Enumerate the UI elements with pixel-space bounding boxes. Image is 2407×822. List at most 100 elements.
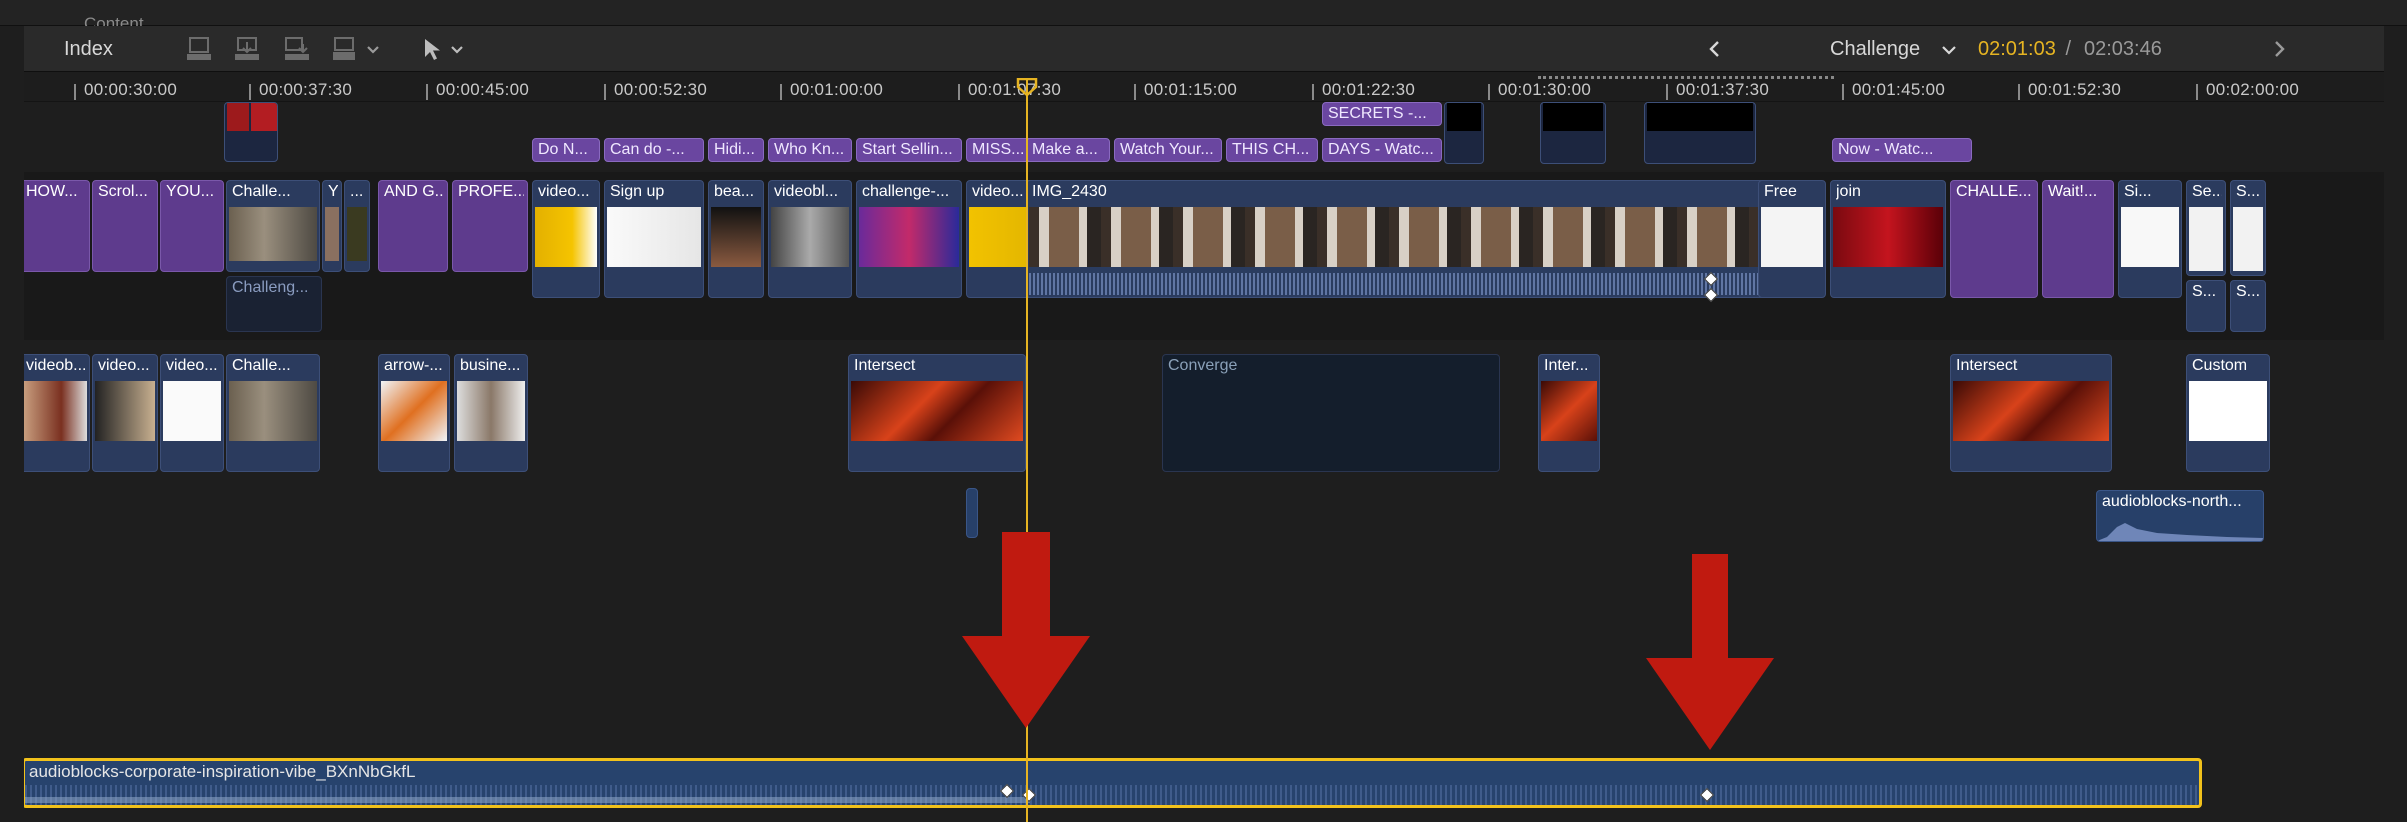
ruler-tick <box>604 84 606 100</box>
clip-label: ... <box>350 183 364 200</box>
clip-black-1[interactable] <box>1444 102 1484 164</box>
clip-main-audio-selected[interactable]: audioblocks-corporate-inspiration-vibe_B… <box>24 758 2202 808</box>
title-chip[interactable]: Who Kn... <box>768 138 852 162</box>
clip-label: S... <box>2236 183 2261 200</box>
thumbnail <box>1541 381 1597 441</box>
clip-img-2430[interactable]: IMG_2430 <box>1026 180 1780 298</box>
clip-compound[interactable]: join <box>1830 180 1946 298</box>
clip-challenge-top[interactable] <box>224 102 278 162</box>
clip-video[interactable]: videob... <box>24 354 90 472</box>
playhead-handle-icon[interactable] <box>1016 78 1038 96</box>
clip-black-3[interactable] <box>1644 102 1756 164</box>
clip-compound[interactable]: Challe... <box>226 354 320 472</box>
ruler-tick-label: 00:01:15:00 <box>1144 80 1238 99</box>
clip-title[interactable]: HOW... <box>24 180 90 272</box>
clip-label: bea... <box>714 183 755 200</box>
append-clip-icon[interactable] <box>282 34 312 64</box>
clip-video[interactable]: Se... <box>2186 180 2226 276</box>
clip-transition-converge[interactable]: Converge <box>1162 354 1500 472</box>
clip-video[interactable]: S... <box>2230 180 2266 276</box>
clip-audio-north[interactable]: audioblocks-north... <box>2096 490 2264 542</box>
black-thumb <box>1647 103 1753 131</box>
clip-sub[interactable]: S... <box>2230 280 2266 332</box>
clip-transition-intersect[interactable]: Intersect <box>848 354 1026 472</box>
clip-video[interactable]: challenge-... <box>856 180 962 298</box>
clip-video[interactable]: video... <box>532 180 600 298</box>
ruler-tick <box>1842 84 1844 100</box>
clip-title[interactable]: YOU... <box>160 180 224 272</box>
clip-label: AND G... <box>384 183 444 200</box>
title-chip[interactable]: Hidi... <box>708 138 764 162</box>
overwrite-clip-icon[interactable] <box>330 34 360 64</box>
insert-clip-icon[interactable] <box>232 34 262 64</box>
thumbnail <box>381 381 447 441</box>
current-timecode: 02:01:03 <box>1978 38 2056 60</box>
clip-title[interactable]: CHALLE... <box>1950 180 2038 298</box>
chip-label: THIS CH... <box>1232 141 1310 158</box>
clip-video[interactable]: bea... <box>708 180 764 298</box>
ruler-tick <box>958 84 960 100</box>
connect-clip-icon[interactable] <box>184 34 214 64</box>
chevron-down-icon[interactable] <box>1934 34 1956 64</box>
thumbnail <box>771 207 849 267</box>
title-chip[interactable]: Start Sellin... <box>856 138 962 162</box>
title-chip[interactable]: Do N... <box>532 138 600 162</box>
title-chip[interactable]: MISS... <box>966 138 1032 162</box>
clip-black-2[interactable] <box>1540 102 1606 164</box>
clip-title[interactable]: AND G... <box>378 180 448 272</box>
clip-video[interactable]: arrow-... <box>378 354 450 472</box>
clip-video[interactable]: videobl... <box>768 180 852 298</box>
project-name[interactable]: Challenge <box>1830 26 1920 72</box>
chevron-down-icon[interactable] <box>442 34 463 64</box>
thumbnail <box>24 381 87 441</box>
chevron-left-icon[interactable] <box>1700 34 1724 64</box>
clip-compound[interactable]: Free <box>1758 180 1826 298</box>
audio-sliver[interactable] <box>966 488 978 538</box>
clip-title[interactable]: Wait!... <box>2042 180 2114 298</box>
title-chip[interactable]: Now - Watc... <box>1832 138 1972 162</box>
clip-compound[interactable]: Challe... <box>226 180 320 272</box>
clip-label: audioblocks-corporate-inspiration-vibe_B… <box>29 762 416 781</box>
clip-label: Si... <box>2124 183 2152 200</box>
clip-video[interactable]: video... <box>160 354 224 472</box>
clip-transition-intersect[interactable]: Intersect <box>1950 354 2112 472</box>
clip-custom[interactable]: Custom <box>2186 354 2270 472</box>
clip-title[interactable]: PROFE... <box>452 180 528 272</box>
clip-label: busine... <box>460 357 521 374</box>
title-chip[interactable]: THIS CH... <box>1226 138 1318 162</box>
index-button[interactable]: Index <box>64 26 113 72</box>
clip-title[interactable]: Scrol... <box>92 180 158 272</box>
clip-transition[interactable]: Inter... <box>1538 354 1600 472</box>
title-lane: SECRETS -... Do N... Can do -... Hidi...… <box>24 102 2384 166</box>
thumbnail <box>95 381 155 441</box>
clip-audio-waveform <box>1029 267 1777 295</box>
chevron-down-icon[interactable] <box>358 34 379 64</box>
title-chip[interactable]: Watch Your... <box>1114 138 1222 162</box>
clip-compound[interactable]: Si... <box>2118 180 2182 298</box>
clip-compound[interactable]: Sign up <box>604 180 704 298</box>
title-chip[interactable]: DAYS - Watc... <box>1322 138 1442 162</box>
ruler-tick <box>1134 84 1136 100</box>
ruler-tick <box>780 84 782 100</box>
title-chip[interactable]: Make a... <box>1026 138 1110 162</box>
chevron-right-icon[interactable] <box>2264 34 2288 64</box>
ruler-tick <box>1666 84 1668 100</box>
clip-label: join <box>1836 183 1861 200</box>
clip-label: videobl... <box>774 183 839 200</box>
clip-video[interactable]: busine... <box>454 354 528 472</box>
timeline-ruler[interactable]: 00:00:30:00 00:00:37:30 00:00:45:00 00:00:5… <box>24 72 2384 102</box>
clip-video[interactable]: ... <box>344 180 370 272</box>
chip-label: Hidi... <box>714 141 755 158</box>
title-chip-secrets[interactable]: SECRETS -... <box>1322 102 1442 126</box>
clip-sub-compound[interactable]: Challeng... <box>226 276 322 332</box>
clip-video[interactable]: Y <box>322 180 342 272</box>
clip-sub[interactable]: S... <box>2186 280 2226 332</box>
red-thumb <box>251 103 277 131</box>
black-thumb <box>1543 103 1603 131</box>
thumbnail <box>859 207 959 267</box>
clip-video[interactable]: video... <box>92 354 158 472</box>
ruler-tick-label: 00:01:22:30 <box>1322 80 1416 99</box>
title-chip[interactable]: Can do -... <box>604 138 704 162</box>
top-strip: Content <box>0 0 2407 33</box>
audio-lane: audioblocks-north... <box>24 488 2384 558</box>
